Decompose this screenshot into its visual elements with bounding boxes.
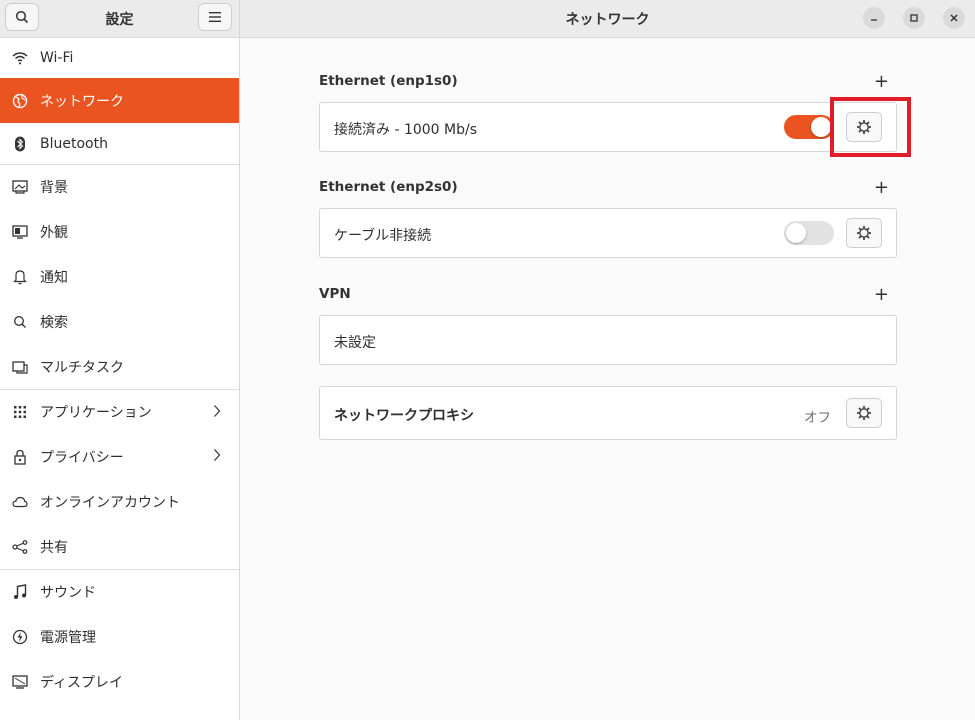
titlebar: ネットワーク	[240, 0, 975, 38]
chevron-right-icon	[213, 448, 221, 466]
sidebar-item-label: アプリケーション	[40, 405, 152, 421]
sidebar-item-label: サウンド	[40, 585, 96, 601]
sidebar-item-label: マルチタスク	[40, 359, 124, 376]
ethernet2-settings-button[interactable]	[846, 218, 882, 248]
ethernet2-row: ケーブル非接続	[319, 208, 897, 258]
menu-button[interactable]	[198, 3, 232, 31]
background-icon	[12, 179, 28, 195]
bell-icon	[12, 269, 28, 285]
ethernet1-row: 接続済み - 1000 Mb/s	[319, 102, 897, 152]
chevron-right-icon	[213, 404, 221, 422]
wifi-icon	[12, 50, 28, 66]
sidebar-item-search[interactable]: 検索	[0, 299, 239, 344]
ethernet2-toggle[interactable]	[784, 221, 834, 245]
sidebar-nav: Wi-Fi ネットワーク Bluetooth 背景 外観 通知 検索 マルチタス…	[0, 38, 239, 704]
maximize-button[interactable]	[903, 7, 925, 29]
hamburger-icon	[209, 12, 221, 22]
sidebar-item-label: ディスプレイ	[40, 674, 124, 691]
sidebar-item-label: 共有	[40, 539, 68, 556]
proxy-row[interactable]: ネットワークプロキシ オフ	[319, 386, 897, 440]
sidebar: 設定 Wi-Fi ネットワーク Bluetooth 背景 外観 通知 検索 マル…	[0, 0, 240, 720]
ethernet1-title: Ethernet (enp1s0)	[319, 73, 458, 89]
sidebar-item-power[interactable]: 電源管理	[0, 614, 239, 659]
bluetooth-icon	[12, 136, 28, 152]
sidebar-item-notifications[interactable]: 通知	[0, 254, 239, 299]
sidebar-item-label: プライバシー	[40, 449, 124, 466]
sidebar-item-background[interactable]: 背景	[0, 164, 239, 209]
share-icon	[12, 539, 28, 555]
sidebar-item-bluetooth[interactable]: Bluetooth	[0, 123, 239, 164]
ethernet1-header: Ethernet (enp1s0) +	[319, 73, 897, 93]
ethernet2-header: Ethernet (enp2s0) +	[319, 179, 897, 199]
highlight-box	[830, 97, 911, 157]
sidebar-item-label: Wi-Fi	[40, 50, 74, 66]
sidebar-item-sound[interactable]: サウンド	[0, 569, 239, 614]
add-ethernet1-button[interactable]: +	[874, 73, 889, 91]
vpn-row: 未設定	[319, 315, 897, 365]
sidebar-item-label: 電源管理	[40, 629, 96, 646]
close-icon	[950, 14, 958, 22]
add-ethernet2-button[interactable]: +	[874, 179, 889, 197]
add-vpn-button[interactable]: +	[874, 286, 889, 304]
ethernet1-toggle[interactable]	[784, 115, 834, 139]
sidebar-item-online-accounts[interactable]: オンラインアカウント	[0, 479, 239, 524]
sidebar-item-privacy[interactable]: プライバシー	[0, 434, 239, 479]
sidebar-item-label: Bluetooth	[40, 135, 108, 152]
appearance-icon	[12, 224, 28, 240]
sidebar-item-label: 背景	[40, 180, 68, 196]
cloud-icon	[12, 494, 28, 510]
vpn-status: 未設定	[334, 335, 376, 351]
sidebar-item-multitasking[interactable]: マルチタスク	[0, 344, 239, 389]
minimize-icon	[871, 19, 877, 21]
ethernet2-status: ケーブル非接続	[334, 228, 432, 244]
sidebar-item-sharing[interactable]: 共有	[0, 524, 239, 569]
maximize-icon	[910, 14, 918, 22]
sidebar-item-wifi[interactable]: Wi-Fi	[0, 38, 239, 78]
sidebar-item-display[interactable]: ディスプレイ	[0, 659, 239, 704]
vpn-title: VPN	[319, 286, 351, 302]
ethernet1-status: 接続済み - 1000 Mb/s	[334, 122, 478, 138]
close-button[interactable]	[943, 7, 965, 29]
gear-icon	[857, 226, 871, 240]
sidebar-item-label: 外観	[40, 224, 68, 241]
sidebar-item-label: 検索	[40, 314, 68, 331]
sidebar-item-appearance[interactable]: 外観	[0, 209, 239, 254]
multitask-icon	[12, 359, 28, 375]
display-icon	[12, 674, 28, 690]
network-icon	[12, 93, 28, 109]
lock-icon	[12, 449, 28, 465]
music-note-icon	[12, 584, 28, 600]
ethernet2-title: Ethernet (enp2s0)	[319, 179, 458, 195]
apps-icon	[12, 404, 28, 420]
sidebar-item-label: 通知	[40, 269, 68, 286]
sidebar-item-applications[interactable]: アプリケーション	[0, 389, 239, 434]
sidebar-item-label: オンラインアカウント	[40, 494, 180, 511]
power-icon	[12, 629, 28, 645]
sidebar-item-network[interactable]: ネットワーク	[0, 78, 239, 123]
proxy-value: オフ	[804, 410, 831, 426]
proxy-settings-button[interactable]	[846, 398, 882, 428]
proxy-label: ネットワークプロキシ	[334, 408, 474, 424]
minimize-button[interactable]	[863, 7, 885, 29]
sidebar-header: 設定	[0, 0, 239, 38]
search-icon	[12, 314, 28, 330]
sidebar-item-label: ネットワーク	[40, 93, 124, 110]
gear-icon	[857, 406, 871, 420]
vpn-header: VPN +	[319, 286, 897, 306]
